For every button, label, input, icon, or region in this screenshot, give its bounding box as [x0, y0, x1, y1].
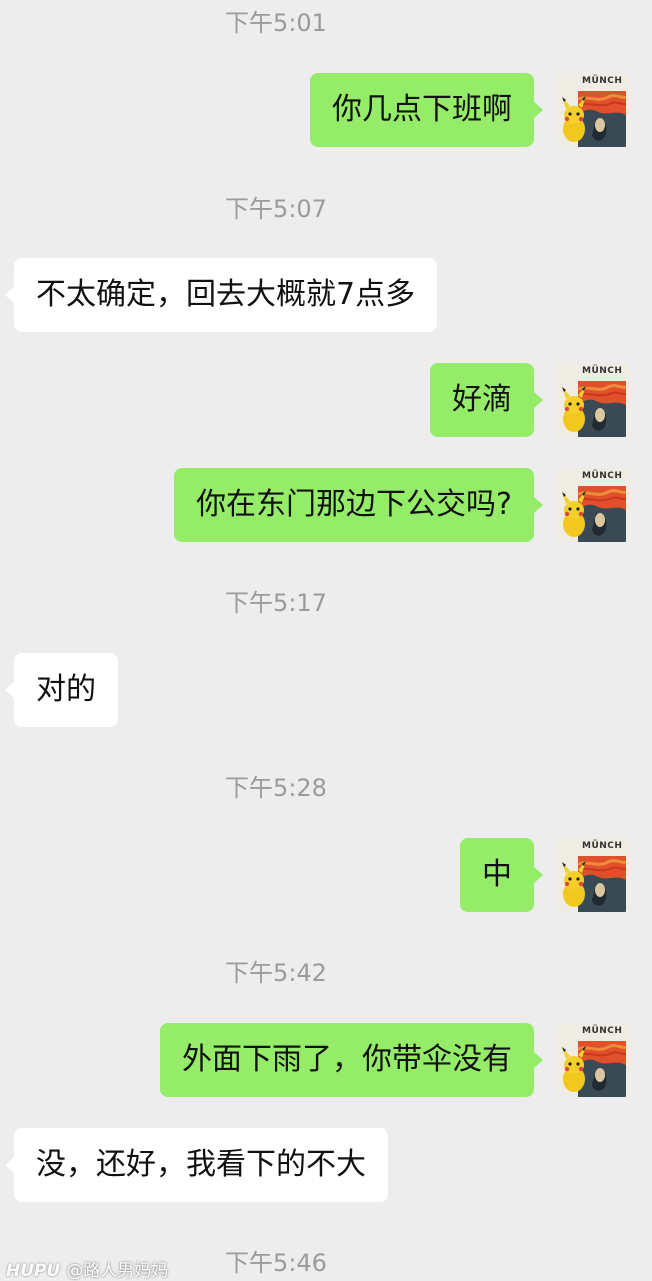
- received-message-bubble[interactable]: 不太确定，回去大概就7点多: [4, 258, 438, 332]
- watermark: HUPU @路人男妈妈: [6, 1256, 168, 1281]
- sent-message-bubble[interactable]: 外面下雨了，你带伞没有: [160, 1023, 543, 1097]
- timestamp: 下午5:01: [225, 9, 327, 37]
- timestamp: 下午5:17: [225, 589, 327, 617]
- sent-message-bubble[interactable]: 你在东门那边下公交吗?: [174, 468, 543, 542]
- user-avatar[interactable]: MÜNCH: [556, 363, 630, 437]
- avatar-poster-label: MÜNCH: [582, 1026, 623, 1036]
- user-avatar[interactable]: MÜNCH: [556, 73, 630, 147]
- received-message-bubble[interactable]: 对的: [5, 653, 118, 727]
- watermark-handle: @路人男妈妈: [66, 1261, 169, 1281]
- received-message-bubble[interactable]: 没，还好，我看下的不大: [5, 1128, 388, 1202]
- avatar-poster-label: MÜNCH: [582, 471, 623, 481]
- avatar-poster-label: MÜNCH: [582, 366, 623, 376]
- avatar-poster-label: MÜNCH: [582, 841, 623, 851]
- timestamp: 下午5:28: [225, 774, 327, 802]
- user-avatar[interactable]: MÜNCH: [556, 838, 630, 912]
- sent-message-bubble[interactable]: 中: [460, 838, 543, 912]
- sent-message-bubble[interactable]: 好滴: [430, 363, 543, 437]
- hupu-logo: HUPU: [6, 1261, 61, 1281]
- timestamp: 下午5:42: [225, 959, 327, 987]
- user-avatar[interactable]: MÜNCH: [556, 468, 630, 542]
- avatar-poster-label: MÜNCH: [582, 76, 623, 86]
- user-avatar[interactable]: MÜNCH: [556, 1023, 630, 1097]
- timestamp: 下午5:07: [225, 195, 327, 223]
- sent-message-bubble[interactable]: 你几点下班啊: [310, 73, 543, 147]
